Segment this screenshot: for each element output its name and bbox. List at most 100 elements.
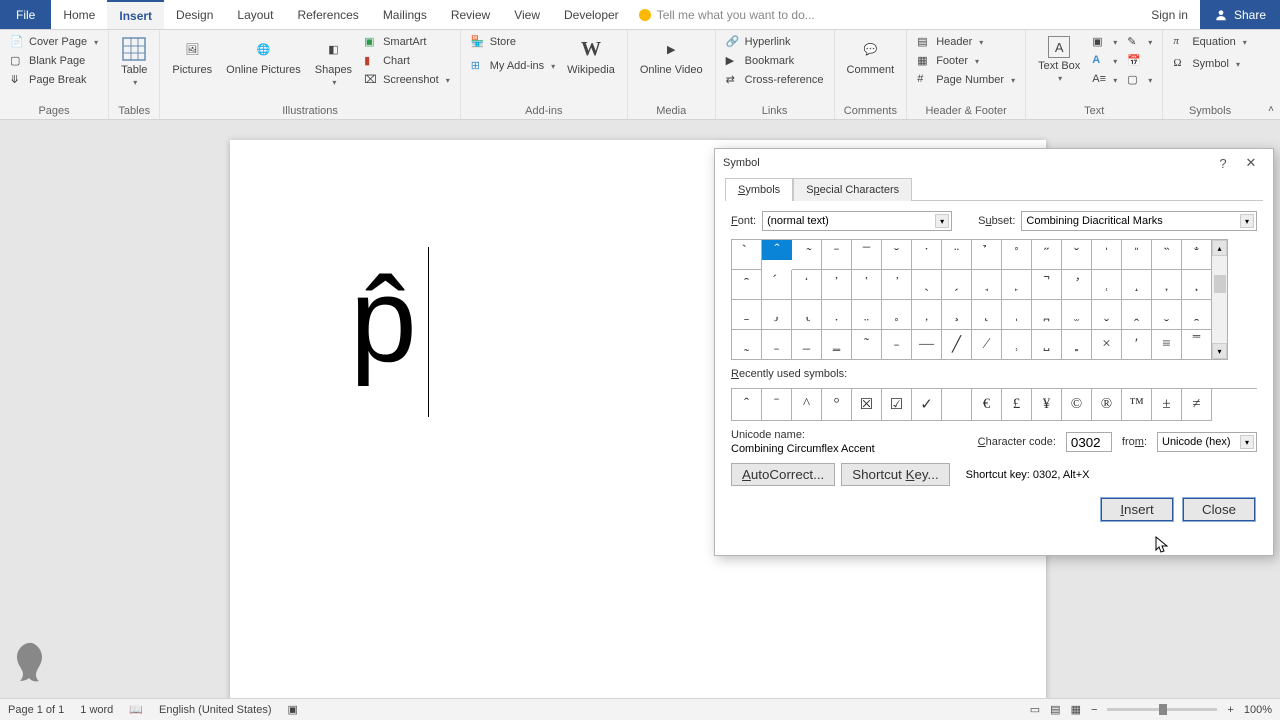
share-button[interactable]: Share [1200, 0, 1280, 29]
tab-review[interactable]: Review [439, 0, 502, 29]
symbol-cell[interactable]: ̞ [1152, 270, 1182, 300]
symbol-cell[interactable]: ̦ [912, 300, 942, 330]
symbol-cell[interactable]: ̍ [1092, 240, 1122, 270]
read-mode-icon[interactable]: ▭ [1030, 703, 1040, 716]
symbol-cell[interactable]: ≡ [1152, 330, 1182, 360]
symbol-cell[interactable]: ̌ [1062, 240, 1092, 270]
symbol-cell[interactable]: ̗ [942, 270, 972, 300]
recent-symbol-cell[interactable]: ± [1152, 389, 1182, 421]
equation-button[interactable]: πEquation▾ [1171, 34, 1248, 50]
symbol-cell[interactable]: ̅ [852, 240, 882, 270]
symbol-cell[interactable]: ̈ [942, 240, 972, 270]
symbol-cell[interactable]: ̊ [1002, 240, 1032, 270]
header-button[interactable]: ▤Header▾ [915, 34, 1017, 50]
smartart-button[interactable]: ▣SmartArt [362, 34, 452, 50]
symbol-cell[interactable]: × [1092, 330, 1122, 360]
symbol-cell[interactable]: ̙ [1002, 270, 1032, 300]
zoom-slider[interactable] [1107, 708, 1217, 711]
symbol-cell[interactable]: ̆ [882, 240, 912, 270]
symbol-cell[interactable]: ̑ [732, 270, 762, 300]
recent-symbol-cell[interactable]: ☒ [852, 389, 882, 421]
symbol-cell[interactable]: ̏ [1152, 240, 1182, 270]
store-button[interactable]: 🏪Store [469, 34, 557, 50]
symbol-button[interactable]: ΩSymbol▾ [1171, 56, 1248, 72]
table-button[interactable]: Table▾ [117, 34, 151, 89]
bookmark-button[interactable]: ▶Bookmark [724, 53, 826, 69]
symbol-cell[interactable]: ̚ [1032, 270, 1062, 300]
recent-symbol-cell[interactable]: © [1062, 389, 1092, 421]
symbol-cell[interactable]: ̫ [1062, 300, 1092, 330]
symbol-cell[interactable]: ̇ [912, 240, 942, 270]
tab-layout[interactable]: Layout [225, 0, 285, 29]
symbol-cell[interactable]: ̱ [762, 330, 792, 360]
symbol-cell[interactable]: ʹ [1122, 330, 1152, 360]
scroll-up-icon[interactable]: ▴ [1212, 240, 1227, 256]
recent-symbol-cell[interactable]: ° [822, 389, 852, 421]
spellcheck-icon[interactable]: 📖 [129, 703, 143, 716]
recent-symbol-cell[interactable]: ̄ [762, 389, 792, 421]
from-select[interactable]: Unicode (hex)▾ [1157, 432, 1257, 452]
symbol-cell[interactable]: ̡ [762, 300, 792, 330]
symbol-cell[interactable]: ̥ [882, 300, 912, 330]
symbol-cell[interactable]: ̻ [1062, 330, 1092, 360]
tab-developer[interactable]: Developer [552, 0, 631, 29]
symbol-cell[interactable]: — [912, 330, 942, 360]
symbol-cell[interactable]: ̬ [1092, 300, 1122, 330]
tellme-search[interactable]: Tell me what you want to do... [631, 0, 1140, 29]
symbol-cell[interactable]: ̭ [1122, 300, 1152, 330]
print-layout-icon[interactable]: ▤ [1050, 703, 1060, 716]
symbol-cell[interactable]: ̛ [1062, 270, 1092, 300]
recent-symbol-cell[interactable]: ✓ [912, 389, 942, 421]
recent-symbols-grid[interactable]: ̂̄^°☒☑✓€£¥©®™±≠ [731, 388, 1257, 421]
signin-link[interactable]: Sign in [1139, 0, 1200, 29]
online-pictures-button[interactable]: 🌐Online Pictures [222, 34, 305, 78]
shortcut-key-button[interactable]: Shortcut Key... [841, 463, 949, 486]
web-layout-icon[interactable]: ▦ [1071, 703, 1081, 716]
charcode-input[interactable] [1066, 432, 1112, 452]
collapse-ribbon-icon[interactable]: ˄ [1268, 104, 1274, 115]
symbol-cell[interactable]: ˜ [852, 330, 882, 360]
recent-symbol-cell[interactable]: ^ [792, 389, 822, 421]
symbol-cell[interactable]: ̕ [882, 270, 912, 300]
zoom-in-icon[interactable]: + [1227, 704, 1233, 716]
recent-symbol-cell[interactable]: ™ [1122, 389, 1152, 421]
zoom-out-icon[interactable]: − [1091, 704, 1097, 716]
tab-mailings[interactable]: Mailings [371, 0, 439, 29]
symbol-cell[interactable]: ̹ [1002, 330, 1032, 360]
comment-button[interactable]: 💬Comment [843, 34, 899, 78]
symbol-cell[interactable]: ̂ [762, 240, 792, 260]
recent-symbol-cell[interactable]: € [972, 389, 1002, 421]
tab-symbols[interactable]: Symbols [725, 178, 793, 201]
symbol-cell[interactable]: ╱ [942, 330, 972, 360]
font-select[interactable]: (normal text)▾ [762, 211, 952, 231]
symbol-cell[interactable]: ̧ [942, 300, 972, 330]
symbol-cell[interactable]: ̢ [792, 300, 822, 330]
textbox-button[interactable]: AText Box▾ [1034, 34, 1084, 85]
object-button[interactable]: ▢▾ [1125, 72, 1154, 88]
symbol-cell[interactable]: ̔ [852, 270, 882, 300]
chart-button[interactable]: ▮Chart [362, 53, 452, 69]
cross-reference-button[interactable]: ⇄Cross-reference [724, 72, 826, 88]
symbol-cell[interactable]: ̖ [912, 270, 942, 300]
close-button[interactable]: ✕ [1237, 155, 1265, 171]
recent-symbol-cell[interactable]: ¥ [1032, 389, 1062, 421]
scroll-down-icon[interactable]: ▾ [1212, 343, 1227, 359]
shapes-button[interactable]: ◧Shapes▾ [311, 34, 356, 89]
symbol-cell[interactable]: ̜ [1092, 270, 1122, 300]
recent-symbol-cell[interactable]: £ [1002, 389, 1032, 421]
wordart-button[interactable]: A▾ [1090, 53, 1119, 69]
blank-page-button[interactable]: ▢Blank Page [8, 53, 100, 69]
cover-page-button[interactable]: 📄Cover Page▾ [8, 34, 100, 50]
macro-icon[interactable]: ▣ [288, 703, 298, 716]
insert-button[interactable]: Insert [1101, 498, 1173, 521]
symbol-cell[interactable]: ̀ [732, 240, 762, 270]
autocorrect-button[interactable]: AutoCorrect... [731, 463, 835, 486]
tab-file[interactable]: File [0, 0, 51, 29]
status-language[interactable]: English (United States) [159, 704, 272, 716]
footer-button[interactable]: ▦Footer▾ [915, 53, 1017, 69]
symbol-grid[interactable]: ̡̢̧̛̖̗̘̙̜̝̞̟̠̣̤̥̦̀̂̃̄̅̆̇̈̉̊̋̌̍̎̏̐̑́̒̓̔̕̚… [731, 239, 1212, 360]
symbol-cell[interactable]: ̋ [1032, 240, 1062, 270]
tab-design[interactable]: Design [164, 0, 225, 29]
symbol-cell[interactable]: ̝ [1122, 270, 1152, 300]
symbol-cell[interactable]: ̓ [822, 270, 852, 300]
